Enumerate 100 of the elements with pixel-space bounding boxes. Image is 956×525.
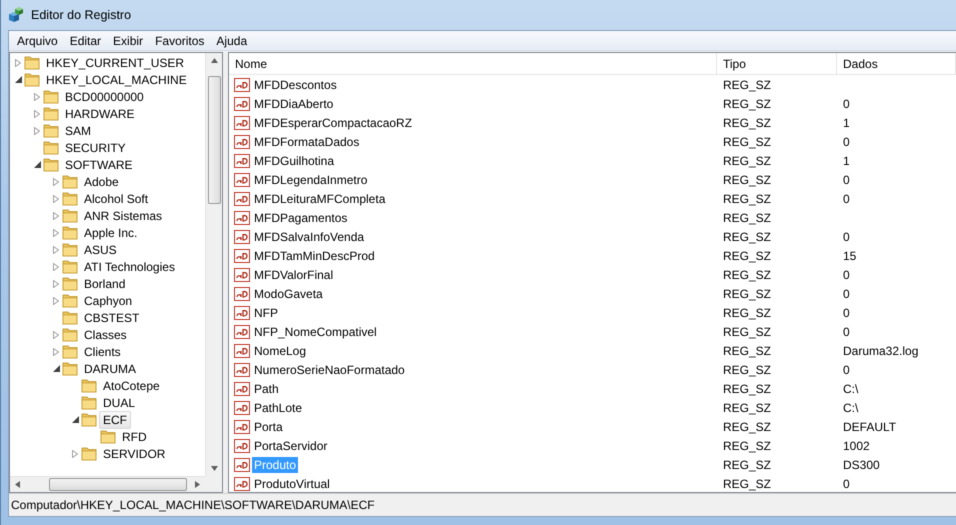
value-name[interactable]: MFDLeituraMFCompleta — [252, 190, 388, 206]
tree-item[interactable]: ECF — [99, 410, 131, 428]
table-cell-text: REG_SZ — [722, 210, 772, 224]
table-cell-text: REG_SZ — [722, 382, 772, 396]
value-name[interactable]: MFDEsperarCompactacaoRZ — [252, 114, 414, 130]
value-name[interactable]: NomeLog — [252, 342, 308, 358]
collapsed-arrow-icon[interactable] — [15, 58, 21, 66]
menu-item[interactable]: Arquivo — [11, 34, 64, 48]
value-name[interactable]: NumeroSerieNaoFormatado — [252, 362, 407, 378]
tree-item[interactable]: SAM — [61, 122, 96, 140]
expanded-arrow-icon[interactable] — [14, 76, 22, 83]
tree-item[interactable]: Caphyon — [80, 292, 136, 310]
value-name[interactable]: NFP — [252, 304, 280, 320]
collapsed-arrow-icon[interactable] — [34, 92, 40, 100]
tree-item[interactable]: HARDWARE — [61, 104, 139, 122]
tree-item[interactable]: SERVIDOR — [99, 444, 170, 462]
table-cell-text: REG_SZ — [722, 230, 772, 244]
value-name[interactable]: MFDValorFinal — [252, 266, 336, 282]
column-header[interactable]: Nome — [229, 53, 717, 74]
value-name[interactable]: NFP_NomeCompativel — [252, 324, 379, 340]
value-name[interactable]: MFDFormataDados — [252, 134, 362, 150]
value-name[interactable]: MFDTamMinDescProd — [252, 248, 377, 264]
table-cell-text: Daruma32.log — [842, 344, 920, 358]
table-cell-text: C:\ — [842, 382, 860, 396]
collapsed-arrow-icon[interactable] — [53, 280, 59, 288]
tree-item[interactable]: Apple Inc. — [80, 224, 142, 242]
menu-item[interactable]: Editar — [64, 34, 108, 48]
scrollbar-thumb[interactable] — [49, 478, 187, 491]
vertical-scrollbar[interactable] — [205, 53, 222, 476]
collapsed-arrow-icon[interactable] — [53, 228, 59, 236]
collapsed-arrow-icon[interactable] — [34, 110, 40, 118]
tree-item[interactable]: RFD — [118, 428, 151, 446]
table-cell-text: 0 — [842, 230, 851, 244]
value-name[interactable]: PathLote — [252, 400, 304, 416]
collapsed-arrow-icon[interactable] — [53, 348, 59, 356]
value-name[interactable]: ProdutoVirtual — [252, 476, 332, 492]
tree-item[interactable]: HKEY_LOCAL_MACHINE — [42, 70, 191, 88]
tree-item[interactable]: ANR Sistemas — [80, 206, 166, 224]
tree-item[interactable]: SOFTWARE — [61, 156, 137, 174]
tree-item[interactable]: Classes — [80, 326, 131, 344]
value-name[interactable]: MFDPagamentos — [252, 210, 350, 226]
scroll-left-icon[interactable] — [14, 481, 21, 488]
folder-icon — [62, 327, 78, 342]
scroll-up-icon[interactable] — [210, 57, 218, 64]
horizontal-scrollbar[interactable] — [10, 476, 205, 492]
value-name[interactable]: MFDLegendaInmetro — [252, 172, 370, 188]
value-name[interactable]: ModoGaveta — [252, 286, 325, 302]
collapsed-arrow-icon[interactable] — [53, 212, 59, 220]
value-name[interactable]: Path — [252, 380, 281, 396]
tree-item[interactable]: HKEY_CURRENT_USER — [42, 54, 188, 72]
folder-icon — [81, 446, 97, 461]
tree-item[interactable]: ASUS — [80, 240, 121, 258]
menu-item[interactable]: Exibir — [107, 34, 150, 48]
value-name[interactable]: MFDDescontos — [252, 76, 339, 92]
column-header[interactable]: Dados — [837, 53, 956, 74]
collapsed-arrow-icon[interactable] — [53, 246, 59, 254]
tree-item[interactable]: Adobe — [80, 172, 123, 190]
column-header[interactable]: Tipo — [717, 53, 837, 74]
collapsed-arrow-icon[interactable] — [53, 262, 59, 270]
collapsed-arrow-icon[interactable] — [53, 330, 59, 338]
table-cell-text: REG_SZ — [722, 172, 772, 186]
table-cell-text: 0 — [842, 362, 851, 376]
collapsed-arrow-icon[interactable] — [34, 126, 40, 134]
expanded-arrow-icon[interactable] — [52, 365, 60, 372]
table-cell-text: 0 — [842, 192, 851, 206]
menu-item[interactable]: Favoritos — [149, 34, 210, 48]
tree-item[interactable]: Borland — [80, 274, 130, 292]
value-name[interactable]: MFDSalvaInfoVenda — [252, 228, 366, 244]
value-name[interactable]: MFDGuilhotina — [252, 152, 336, 168]
folder-icon — [62, 191, 78, 206]
scroll-right-icon[interactable] — [194, 481, 201, 488]
collapsed-arrow-icon[interactable] — [53, 296, 59, 304]
folder-icon — [62, 276, 78, 291]
tree-item[interactable]: CBSTEST — [80, 308, 144, 326]
string-value-icon — [234, 116, 250, 130]
tree-item[interactable]: BCD00000000 — [61, 88, 148, 106]
tree-item[interactable]: SECURITY — [61, 138, 130, 156]
tree-item[interactable]: Clients — [80, 342, 125, 360]
tree-item[interactable]: DARUMA — [80, 360, 140, 378]
expanded-arrow-icon[interactable] — [72, 416, 78, 423]
tree-item[interactable]: AtoCotepe — [99, 376, 164, 394]
table-cell-text: C:\ — [842, 400, 860, 414]
value-name[interactable]: MFDDiaAberto — [252, 96, 336, 112]
tree-item[interactable]: ATI Technologies — [80, 258, 179, 276]
string-value-icon — [234, 154, 250, 168]
collapsed-arrow-icon[interactable] — [53, 194, 59, 202]
collapsed-arrow-icon[interactable] — [72, 450, 78, 458]
value-name[interactable]: PortaServidor — [252, 438, 330, 454]
menu-item[interactable]: Ajuda — [210, 34, 254, 48]
collapsed-arrow-icon[interactable] — [53, 178, 59, 186]
scrollbar-thumb[interactable] — [208, 76, 220, 204]
tree-item[interactable]: Alcohol Soft — [80, 190, 152, 208]
expanded-arrow-icon[interactable] — [34, 161, 40, 168]
scroll-down-icon[interactable] — [210, 465, 218, 472]
table-cell-text: 1 — [842, 116, 851, 130]
string-value-icon — [234, 96, 250, 110]
table-cell-text: REG_SZ — [722, 96, 772, 110]
folder-icon — [62, 259, 78, 274]
tree-item[interactable]: DUAL — [99, 394, 140, 412]
value-name[interactable]: Porta — [252, 418, 285, 434]
